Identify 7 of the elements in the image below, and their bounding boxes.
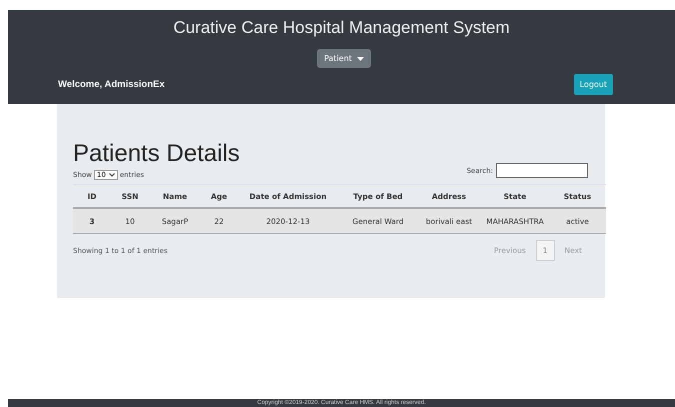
welcome-text: Welcome, AdmissionEx	[58, 79, 165, 90]
search-field[interactable]	[496, 163, 588, 178]
app-title: Curative Care Hospital Management System	[172, 18, 511, 38]
chevron-down-icon	[108, 173, 115, 177]
patient-menu-button[interactable]: Patient	[317, 49, 371, 68]
page-heading: Patients Details	[73, 140, 241, 168]
caret-icon	[356, 56, 364, 60]
